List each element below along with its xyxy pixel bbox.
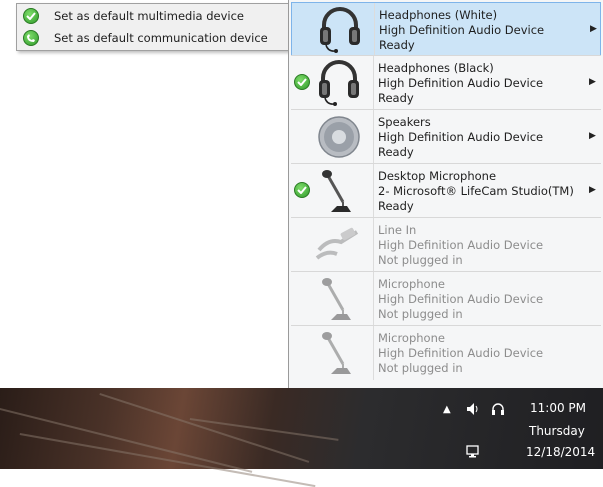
submenu-arrow-icon[interactable]: ▶	[589, 131, 596, 141]
clock-date[interactable]: 12/18/2014	[526, 445, 595, 459]
device-separator	[373, 56, 374, 110]
headphones-icon	[314, 5, 366, 55]
submenu-arrow-icon[interactable]: ▶	[589, 185, 596, 195]
device-status: Ready	[378, 145, 414, 159]
device-text: Microphone High Definition Audio Device No…	[378, 277, 543, 322]
device-driver: 2- Microsoft® LifeCam Studio(TM)	[378, 184, 574, 198]
device-driver: High Definition Audio Device	[379, 23, 545, 37]
clock-time[interactable]: 11:00 PM	[530, 401, 586, 415]
menu-item-label: Set as default communication device	[54, 31, 268, 45]
microphone-icon	[313, 166, 365, 216]
device-status: Ready	[378, 199, 414, 213]
device-item[interactable]: Microphone High Definition Audio Device No…	[291, 326, 601, 380]
device-item[interactable]: Desktop Microphone 2- Microsoft® LifeCam …	[291, 164, 601, 218]
default-device-check-icon	[294, 74, 310, 90]
device-separator	[373, 164, 374, 218]
volume-icon[interactable]	[466, 402, 480, 420]
device-item[interactable]: Headphones (White) High Definition Audio …	[291, 2, 601, 56]
device-driver: High Definition Audio Device	[378, 238, 544, 252]
device-text: Desktop Microphone 2- Microsoft® LifeCam …	[378, 169, 574, 214]
device-driver: High Definition Audio Device	[378, 292, 544, 306]
device-separator	[373, 218, 374, 272]
submenu-arrow-icon[interactable]: ▶	[589, 77, 596, 87]
device-name: Headphones (White)	[379, 8, 498, 22]
submenu-arrow-icon[interactable]: ▶	[590, 24, 597, 34]
device-name: Desktop Microphone	[378, 169, 497, 183]
menu-item-default-multimedia[interactable]: Set as default multimedia device	[17, 5, 289, 27]
device-separator	[374, 3, 375, 55]
device-driver: High Definition Audio Device	[378, 76, 544, 90]
context-menu: Set as default multimedia device Set as …	[16, 3, 290, 51]
device-text: Headphones (White) High Definition Audio …	[379, 8, 544, 53]
device-item[interactable]: Line In High Definition Audio Device Not p…	[291, 218, 601, 272]
device-item[interactable]: Microphone High Definition Audio Device No…	[291, 272, 601, 326]
green-phone-icon	[23, 30, 39, 46]
headphones-icon	[313, 58, 365, 108]
device-text: Speakers High Definition Audio Device Read…	[378, 115, 543, 160]
device-status: Not plugged in	[378, 307, 463, 321]
taskbar	[0, 388, 603, 487]
device-name: Speakers	[378, 115, 431, 129]
device-text: Line In High Definition Audio Device Not p…	[378, 223, 543, 268]
device-status: Not plugged in	[378, 253, 463, 267]
device-name: Microphone	[378, 277, 445, 291]
headset-icon[interactable]	[491, 402, 505, 420]
device-separator	[373, 110, 374, 164]
line-in-cable-icon	[313, 220, 365, 270]
device-status: Ready	[378, 91, 414, 105]
device-name: Microphone	[378, 331, 445, 345]
microphone-icon	[313, 328, 365, 378]
device-item[interactable]: Speakers High Definition Audio Device Read…	[291, 110, 601, 164]
green-check-icon	[23, 8, 39, 24]
microphone-icon	[313, 274, 365, 324]
device-status: Not plugged in	[378, 361, 463, 375]
speaker-icon	[313, 112, 365, 162]
device-item[interactable]: Headphones (Black) High Definition Audio …	[291, 56, 601, 110]
device-text: Headphones (Black) High Definition Audio …	[378, 61, 543, 106]
clock-day[interactable]: Thursday	[529, 424, 585, 438]
device-name: Headphones (Black)	[378, 61, 494, 75]
network-icon[interactable]	[466, 445, 480, 463]
device-driver: High Definition Audio Device	[378, 346, 544, 360]
default-device-check-icon	[294, 182, 310, 198]
device-status: Ready	[379, 38, 415, 52]
device-text: Microphone High Definition Audio Device No…	[378, 331, 543, 376]
device-driver: High Definition Audio Device	[378, 130, 544, 144]
device-name: Line In	[378, 223, 417, 237]
show-hidden-icons-arrow[interactable]: ▲	[443, 404, 451, 415]
device-separator	[373, 326, 374, 380]
menu-item-label: Set as default multimedia device	[54, 9, 244, 23]
device-separator	[373, 272, 374, 326]
playback-device-panel: Headphones (White) High Definition Audio …	[288, 0, 603, 388]
menu-item-default-communication[interactable]: Set as default communication device	[17, 27, 289, 49]
